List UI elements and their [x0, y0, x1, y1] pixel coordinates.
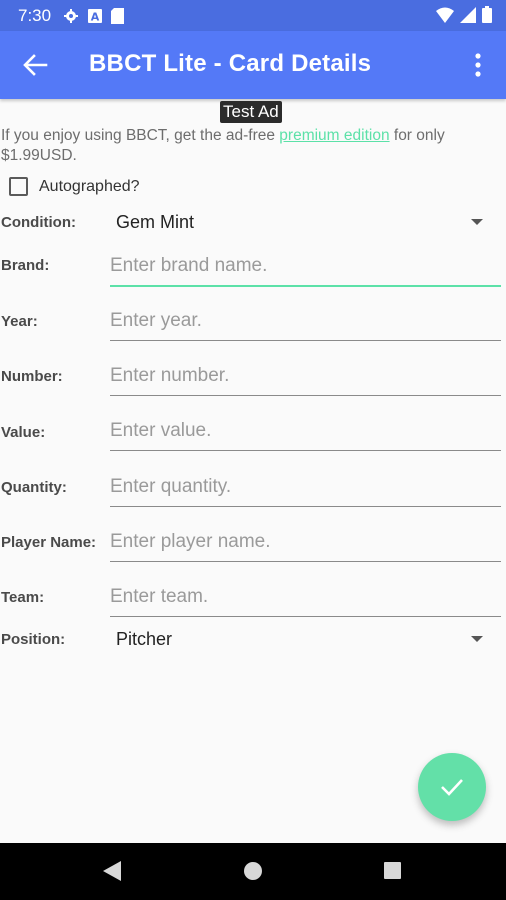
autographed-checkbox[interactable] [9, 177, 28, 196]
position-label: Position: [1, 631, 66, 648]
save-fab-button[interactable] [418, 753, 486, 821]
status-left-icons: A [63, 7, 125, 24]
condition-spinner[interactable]: Gem Mint [116, 212, 194, 233]
autographed-row[interactable]: Autographed? [9, 177, 140, 196]
premium-edition-link[interactable]: premium edition [279, 127, 389, 144]
check-icon [441, 779, 463, 796]
back-arrow-icon[interactable] [22, 52, 48, 78]
status-time: 7:30 [18, 5, 52, 25]
ad-text: If you enjoy using BBCT, get the ad-free… [1, 126, 501, 166]
a-icon: A [88, 8, 103, 23]
navigation-bar [0, 843, 506, 900]
condition-dropdown-icon[interactable] [471, 219, 483, 225]
test-ad-badge[interactable]: Test Ad [220, 101, 282, 123]
status-right-icons [436, 6, 492, 23]
wifi-icon [436, 7, 454, 23]
value-input[interactable] [110, 416, 501, 451]
position-spinner[interactable]: Pitcher [116, 629, 172, 650]
gear-icon [64, 8, 79, 23]
brand-input[interactable] [110, 251, 501, 287]
number-input[interactable] [110, 361, 501, 396]
autographed-label: Autographed? [39, 177, 140, 195]
quantity-label: Quantity: [1, 479, 67, 496]
status-bar: 7:30 A [0, 0, 506, 31]
value-label: Value: [1, 424, 46, 441]
sd-card-icon [111, 7, 125, 24]
year-input[interactable] [110, 306, 501, 341]
ad-text-before: If you enjoy using BBCT, get the ad-free [1, 127, 280, 144]
page-title: BBCT Lite - Card Details [89, 50, 372, 77]
team-label: Team: [1, 589, 45, 606]
position-dropdown-icon[interactable] [471, 636, 483, 642]
condition-label: Condition: [1, 214, 76, 231]
player-name-input[interactable] [110, 527, 501, 562]
battery-icon [482, 6, 492, 23]
nav-recents-icon[interactable] [384, 862, 401, 879]
number-label: Number: [1, 368, 63, 385]
app-bar: BBCT Lite - Card Details [0, 31, 506, 99]
signal-icon [460, 6, 476, 23]
team-input[interactable] [110, 582, 501, 617]
player-name-label: Player Name: [1, 534, 97, 551]
year-label: Year: [1, 313, 38, 330]
nav-home-icon[interactable] [244, 862, 262, 880]
nav-back-icon[interactable] [103, 861, 121, 881]
svg-text:A: A [91, 10, 100, 23]
brand-label: Brand: [1, 257, 50, 274]
more-vert-icon[interactable] [468, 51, 488, 79]
quantity-input[interactable] [110, 472, 501, 507]
